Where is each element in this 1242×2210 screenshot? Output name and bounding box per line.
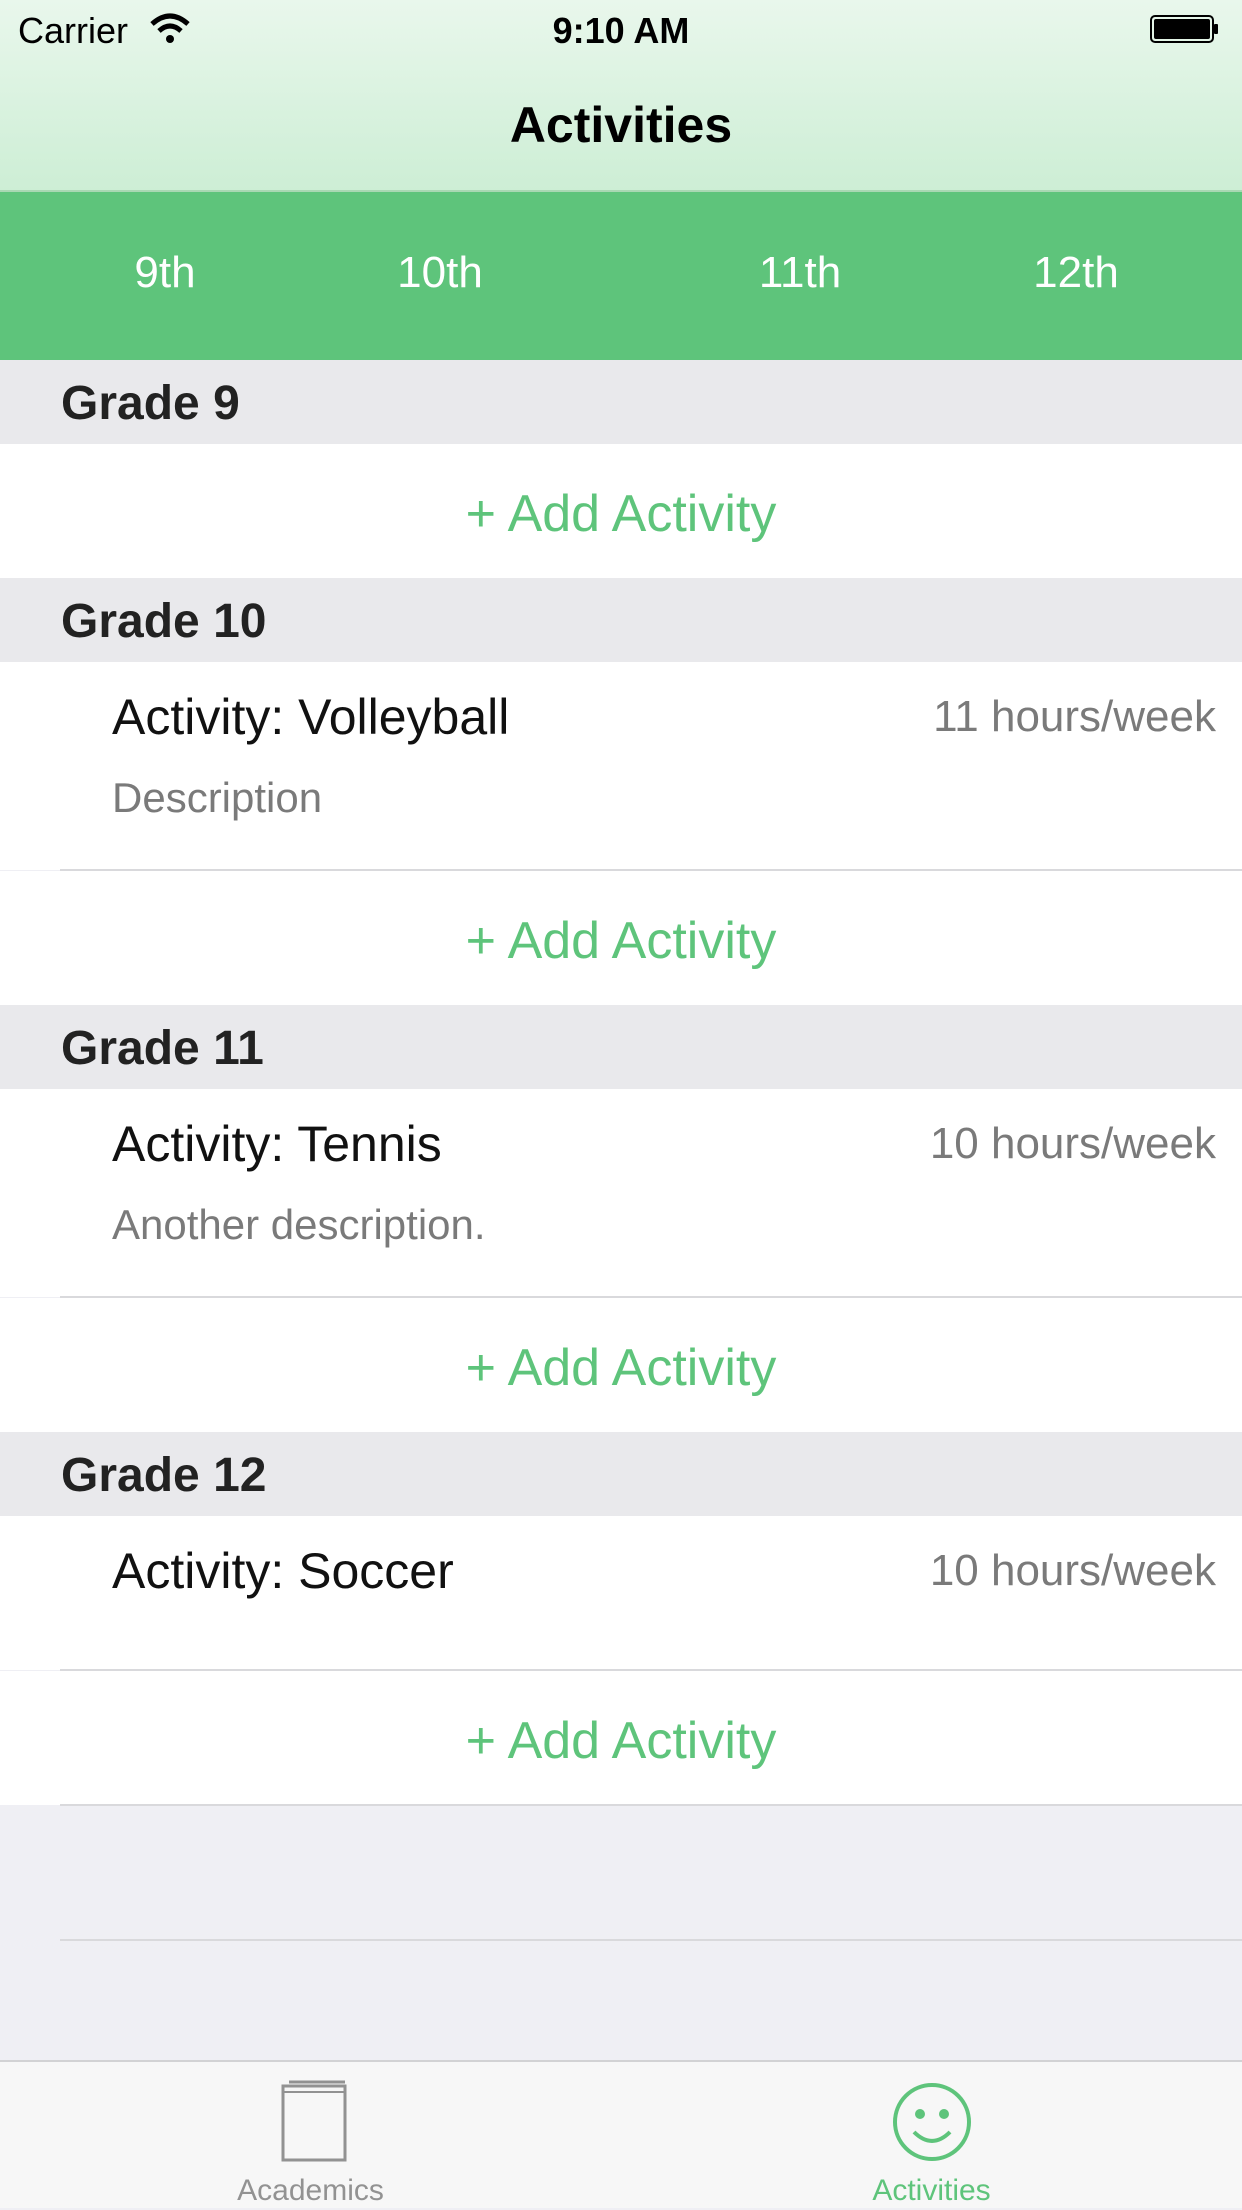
tab-label: Activities bbox=[872, 2174, 991, 2207]
tab-activities[interactable]: Activities bbox=[621, 2062, 1242, 2210]
section-title: Grade 11 bbox=[61, 1022, 264, 1075]
activity-name: Activity: Volleyball bbox=[112, 689, 510, 745]
tab-11th[interactable]: 11th bbox=[700, 248, 900, 298]
row-separator bbox=[60, 1804, 1242, 1806]
activity-hours: 10 hours/week bbox=[929, 1546, 1216, 1595]
add-activity-button[interactable]: + Add Activity bbox=[0, 871, 1242, 1005]
activity-description: Another description. bbox=[112, 1201, 486, 1248]
activity-name: Activity: Tennis bbox=[112, 1116, 442, 1172]
add-activity-label: + Add Activity bbox=[465, 1712, 777, 1770]
section-header-grade-10: Grade 10 bbox=[0, 578, 1242, 662]
add-activity-button[interactable]: + Add Activity bbox=[0, 1671, 1242, 1805]
book-icon bbox=[281, 2080, 346, 2162]
battery-icon bbox=[1150, 15, 1218, 43]
activity-hours: 11 hours/week bbox=[933, 692, 1216, 741]
activity-name: Activity: Soccer bbox=[112, 1543, 454, 1599]
section-title: Grade 12 bbox=[61, 1449, 267, 1502]
add-activity-button[interactable]: + Add Activity bbox=[0, 1298, 1242, 1432]
tab-10th[interactable]: 10th bbox=[340, 248, 540, 298]
section-header-grade-12: Grade 12 bbox=[0, 1432, 1242, 1516]
tab-label: Academics bbox=[237, 2174, 384, 2207]
activity-row[interactable]: Activity: Soccer 10 hours/week bbox=[0, 1516, 1242, 1670]
status-bar: Carrier 9:10 AM bbox=[0, 0, 1242, 60]
tab-academics[interactable]: Academics bbox=[0, 2062, 621, 2210]
navigation-bar: Carrier 9:10 AM Activities bbox=[0, 0, 1242, 192]
page-title: Activities bbox=[509, 97, 733, 153]
add-activity-label: + Add Activity bbox=[465, 485, 777, 543]
activity-row[interactable]: Activity: Volleyball 11 hours/week Descr… bbox=[0, 662, 1242, 870]
section-title: Grade 10 bbox=[61, 595, 267, 648]
grade-tab-bar: 9th 10th 11th 12th bbox=[0, 192, 1242, 360]
add-activity-label: + Add Activity bbox=[465, 912, 777, 970]
section-title: Grade 9 bbox=[61, 377, 240, 430]
clock: 9:10 AM bbox=[552, 10, 690, 51]
activity-description: Description bbox=[112, 774, 323, 821]
activity-row[interactable]: Activity: Tennis 10 hours/week Another d… bbox=[0, 1089, 1242, 1297]
tab-bar: Academics Activities bbox=[0, 2060, 1242, 2208]
activity-hours: 10 hours/week bbox=[929, 1119, 1216, 1168]
section-header-grade-9: Grade 9 bbox=[0, 360, 1242, 444]
smiley-icon bbox=[892, 2083, 971, 2161]
tab-12th[interactable]: 12th bbox=[976, 248, 1176, 298]
add-activity-button[interactable]: + Add Activity bbox=[0, 444, 1242, 578]
section-header-grade-11: Grade 11 bbox=[0, 1005, 1242, 1089]
add-activity-label: + Add Activity bbox=[465, 1339, 777, 1397]
row-separator bbox=[60, 1939, 1242, 1941]
tab-9th[interactable]: 9th bbox=[65, 248, 265, 298]
